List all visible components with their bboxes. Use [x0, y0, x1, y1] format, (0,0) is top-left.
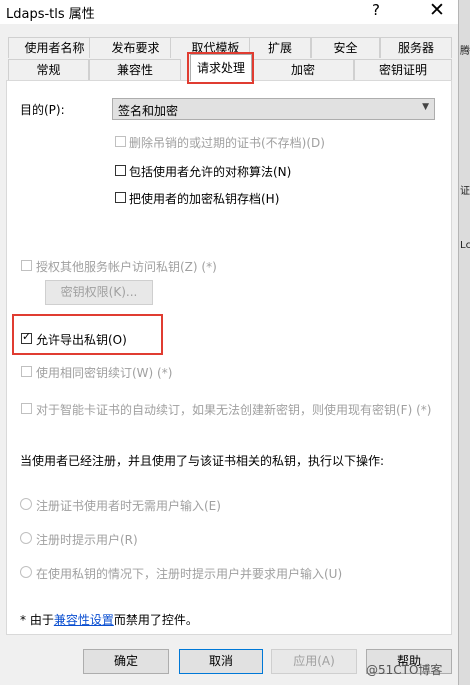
tab-cryptography[interactable]: 加密 [252, 59, 354, 80]
help-icon[interactable]: ? [372, 1, 380, 19]
cancel-button[interactable]: 取消 [179, 649, 263, 674]
watermark-text: @51CTO博客 [366, 663, 443, 677]
grant-access-checkbox[interactable] [21, 260, 32, 271]
smartcard-renew-checkbox[interactable] [21, 403, 32, 414]
background-text: 证 [460, 186, 470, 197]
purpose-value: 签名和加密 [118, 104, 179, 118]
title-bar: Ldaps-tls 属性 ? ✕ [0, 0, 470, 24]
renew-same-key-label: 使用相同密钥续订(W) (*) [36, 366, 173, 380]
tab-subject-name[interactable]: 使用者名称 [8, 37, 101, 58]
archive-key-label: 把使用者的加密私钥存档(H) [129, 192, 280, 206]
tab-request-handling[interactable]: 请求处理 [190, 54, 252, 81]
allow-export-checkbox[interactable] [21, 330, 32, 344]
radio-prompt-require-label: 在使用私钥的情况下，注册时提示用户并要求用户输入(U) [36, 567, 343, 581]
purpose-dropdown[interactable]: 签名和加密 ▼ [112, 98, 435, 120]
delete-revoked-checkbox[interactable] [115, 136, 126, 147]
radio-prompt[interactable] [20, 532, 32, 544]
enroll-question-text: 当使用者已经注册，并且使用了与该证书相关的私钥，执行以下操作: [20, 454, 385, 468]
tab-issuance-requirements[interactable]: 发布要求 [89, 37, 182, 58]
key-permissions-button[interactable]: 密钥权限(K)... [45, 280, 153, 305]
chevron-down-icon: ▼ [422, 102, 429, 112]
delete-revoked-label: 删除吊销的或过期的证书(不存档)(D) [129, 136, 325, 150]
radio-prompt-require[interactable] [20, 566, 32, 578]
window-title: Ldaps-tls 属性 [6, 7, 95, 22]
tab-general[interactable]: 常规 [8, 59, 89, 80]
apply-button[interactable]: 应用(A) [271, 649, 357, 674]
radio-no-input[interactable] [20, 498, 32, 510]
tab-extensions[interactable]: 扩展 [249, 37, 311, 58]
renew-same-key-checkbox[interactable] [21, 366, 32, 377]
tab-key-attestation[interactable]: 密钥证明 [354, 59, 452, 80]
ok-button[interactable]: 确定 [83, 649, 169, 674]
include-symmetric-checkbox[interactable] [115, 165, 126, 176]
include-symmetric-label: 包括使用者允许的对称算法(N) [129, 165, 292, 179]
purpose-label: 目的(P): [20, 103, 65, 117]
radio-prompt-label: 注册时提示用户(R) [36, 533, 138, 547]
compatibility-settings-link[interactable]: 兼容性设置 [54, 613, 114, 627]
footnote-suffix: 而禁用了控件。 [113, 613, 198, 627]
background-text: 腾 [460, 46, 470, 57]
tab-security[interactable]: 安全 [311, 37, 380, 58]
tab-compatibility[interactable]: 兼容性 [89, 59, 181, 80]
radio-no-input-label: 注册证书使用者时无需用户输入(E) [36, 499, 221, 513]
background-text: Lc [460, 240, 470, 251]
tab-server[interactable]: 服务器 [380, 37, 452, 58]
footnote: * 由于兼容性设置而禁用了控件。 [20, 611, 198, 628]
smartcard-renew-label: 对于智能卡证书的自动续订，如果无法创建新密钥，则使用现有密钥(F) (*) [36, 403, 432, 417]
close-icon[interactable]: ✕ [429, 0, 445, 21]
background-window-strip: 腾 证 Lc [458, 0, 470, 685]
allow-export-label: 允许导出私钥(O) [36, 333, 127, 347]
archive-key-checkbox[interactable] [115, 192, 126, 203]
grant-access-label: 授权其他服务帐户访问私钥(Z) (*) [36, 260, 217, 274]
footnote-prefix: * 由于 [20, 613, 54, 627]
